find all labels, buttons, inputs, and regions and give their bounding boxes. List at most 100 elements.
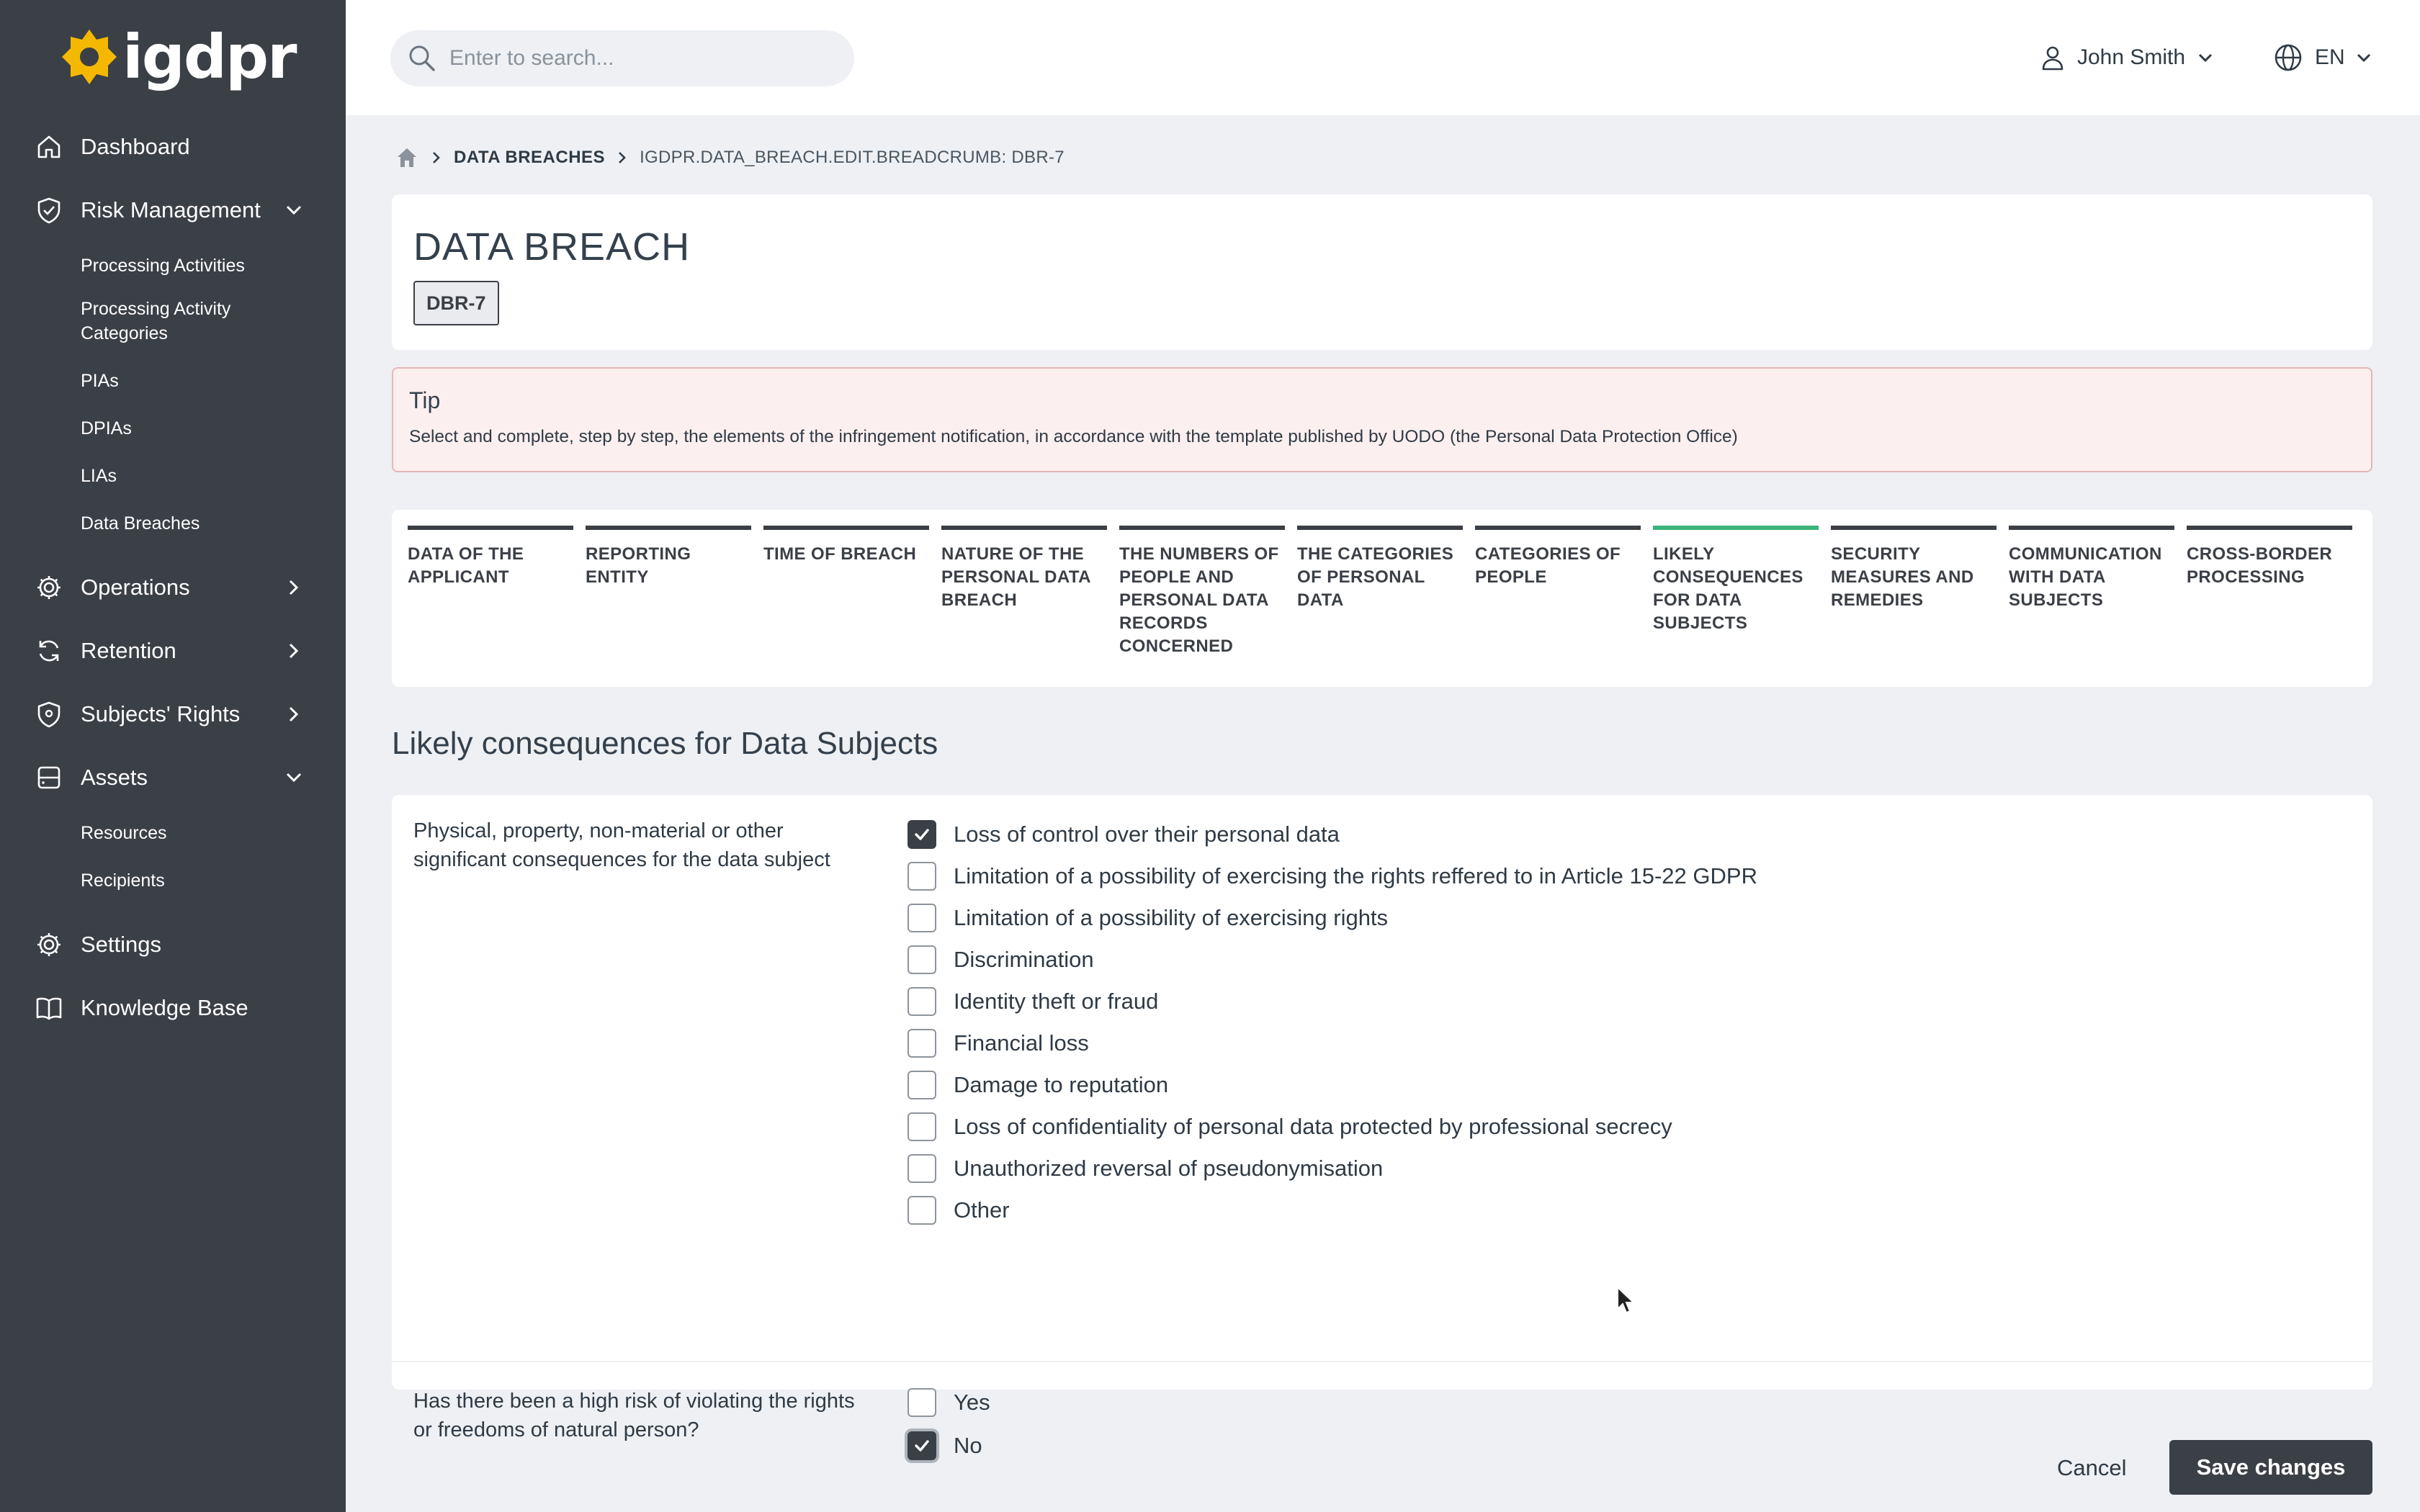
checkbox-option[interactable]: Yes	[908, 1381, 990, 1424]
search-input[interactable]	[449, 46, 838, 71]
checkbox-label: Other	[954, 1197, 1010, 1223]
checkbox-option[interactable]: Identity theft or fraud	[908, 981, 1757, 1022]
question-consequences-label: Physical, property, non-material or othe…	[413, 819, 830, 871]
topbar: John Smith EN	[346, 0, 2420, 115]
title-card: DATA BREACH DBR-7	[392, 194, 2372, 350]
breadcrumb-current: IGDPR.DATA_BREACH.EDIT.BREADCRUMB: DBR-7	[640, 148, 1065, 167]
sidebar-item-assets[interactable]: Assets	[0, 746, 346, 809]
risk-management-submenu: Processing Activities Processing Activit…	[0, 242, 346, 556]
checkbox-option[interactable]: No	[908, 1424, 990, 1467]
database-icon	[37, 766, 60, 789]
checkbox-option[interactable]: Loss of control over their personal data	[908, 814, 1757, 855]
step-tab[interactable]: DATA OF THE APPLICANT	[408, 526, 573, 658]
checkbox[interactable]	[908, 1029, 936, 1058]
chevron-down-icon	[286, 773, 302, 783]
logo[interactable]: igdpr	[60, 26, 297, 88]
chevron-right-icon	[289, 706, 299, 722]
checkbox-option[interactable]: Other	[908, 1189, 1757, 1231]
checkbox[interactable]	[908, 820, 936, 849]
assets-submenu: Resources Recipients	[0, 809, 346, 913]
gear-icon	[37, 576, 60, 599]
checkbox-label: Limitation of a possibility of exercisin…	[954, 905, 1389, 930]
shield-icon	[37, 701, 60, 728]
checkbox-option[interactable]: Unauthorized reversal of pseudonymisatio…	[908, 1148, 1757, 1189]
sidebar-item-knowledge-base[interactable]: Knowledge Base	[0, 976, 346, 1040]
sidebar-item-risk-management[interactable]: Risk Management	[0, 179, 346, 242]
checkbox-label: Loss of confidentiality of personal data…	[954, 1114, 1672, 1139]
sidebar-item-operations[interactable]: Operations	[0, 556, 346, 619]
sidebar-subitem-resources[interactable]: Resources	[0, 811, 346, 858]
home-icon	[37, 135, 60, 158]
book-icon	[36, 997, 62, 1020]
user-menu[interactable]: John Smith	[2038, 37, 2215, 78]
igdpr-logo-icon	[62, 30, 117, 84]
sidebar-subitem-recipients[interactable]: Recipients	[0, 858, 346, 906]
step-tab[interactable]: CATEGORIES OF PEOPLE	[1475, 526, 1641, 658]
checkbox-label: Yes	[954, 1390, 990, 1415]
sidebar-item-label: Subjects' Rights	[81, 701, 241, 726]
language-selector[interactable]: EN	[2273, 37, 2374, 78]
chevron-right-icon	[433, 152, 440, 163]
step-tab[interactable]: THE NUMBERS OF PEOPLE AND PERSONAL DATA …	[1119, 526, 1285, 658]
sidebar-subitem-dpias[interactable]: DPIAs	[0, 406, 346, 454]
sidebar: igdpr Dashboard Risk Management Processi…	[0, 0, 346, 1512]
mouse-cursor-icon	[1617, 1286, 1635, 1314]
checkbox[interactable]	[908, 862, 936, 891]
checkbox[interactable]	[908, 1431, 936, 1460]
breadcrumb-data-breaches[interactable]: DATA BREACHES	[454, 148, 605, 168]
stepper-steps: DATA OF THE APPLICANT REPORTING ENTITY TIM…	[408, 526, 2352, 658]
checkbox-option[interactable]: Limitation of a possibility of exercisin…	[908, 897, 1757, 939]
sidebar-subitem-pias[interactable]: PIAs	[0, 359, 346, 406]
home-icon[interactable]	[395, 145, 419, 170]
step-tab[interactable]: TIME OF BREACH	[763, 526, 929, 658]
sidebar-item-retention[interactable]: Retention	[0, 619, 346, 683]
save-changes-button[interactable]: Save changes	[2169, 1440, 2372, 1495]
checkbox-option[interactable]: Loss of confidentiality of personal data…	[908, 1106, 1757, 1148]
sidebar-item-label: Retention	[81, 638, 176, 663]
step-tab[interactable]: SECURITY MEASURES AND REMEDIES	[1831, 526, 1996, 658]
sidebar-item-dashboard[interactable]: Dashboard	[0, 115, 346, 179]
checkbox[interactable]	[908, 1196, 936, 1225]
checkbox[interactable]	[908, 1154, 936, 1183]
step-tab[interactable]: THE CATEGORIES OF PERSONAL DATA	[1297, 526, 1463, 658]
sidebar-item-subjects-rights[interactable]: Subjects' Rights	[0, 683, 346, 746]
checkbox[interactable]	[908, 1071, 936, 1099]
step-tab[interactable]: CROSS-BORDER PROCESSING	[2187, 526, 2352, 658]
stepper: DATA OF THE APPLICANT REPORTING ENTITY TIM…	[392, 510, 2372, 687]
user-name: John Smith	[2077, 45, 2186, 69]
step-tab[interactable]: LIKELY CONSEQUENCES FOR DATA SUBJECTS	[1653, 526, 1819, 658]
checkbox-option[interactable]: Discrimination	[908, 939, 1757, 981]
id-badge: DBR-7	[413, 281, 499, 325]
checkbox[interactable]	[908, 987, 936, 1016]
cancel-button[interactable]: Cancel	[2043, 1443, 2141, 1493]
sidebar-subitem-data-breaches[interactable]: Data Breaches	[0, 501, 346, 549]
chevron-down-icon	[2199, 53, 2213, 63]
language-code: EN	[2315, 45, 2345, 69]
divider	[392, 1361, 2372, 1362]
checkbox-label: Limitation of a possibility of exercisin…	[954, 863, 1757, 888]
search-icon	[409, 45, 435, 71]
checkbox-option[interactable]: Financial loss	[908, 1022, 1757, 1064]
globe-icon	[2275, 44, 2302, 71]
checkbox[interactable]	[908, 904, 936, 932]
checkbox[interactable]	[908, 1112, 936, 1141]
breadcrumb: DATA BREACHES IGDPR.DATA_BREACH.EDIT.BRE…	[395, 140, 1065, 176]
checkbox-label: Unauthorized reversal of pseudonymisatio…	[954, 1156, 1384, 1181]
chevron-right-icon	[619, 152, 626, 163]
sidebar-subitem-processing-activities[interactable]: Processing Activities	[0, 243, 346, 291]
sidebar-item-label: Assets	[81, 765, 148, 790]
step-tab[interactable]: NATURE OF THE PERSONAL DATA BREACH	[941, 526, 1107, 658]
checkbox[interactable]	[908, 1388, 936, 1417]
step-tab[interactable]: COMMUNICATION WITH DATA SUBJECTS	[2009, 526, 2174, 658]
checkbox-label: Financial loss	[954, 1030, 1089, 1056]
checkbox[interactable]	[908, 945, 936, 974]
checkbox-label: Identity theft or fraud	[954, 989, 1159, 1014]
step-tab[interactable]: REPORTING ENTITY	[586, 526, 751, 658]
sidebar-item-settings[interactable]: Settings	[0, 913, 346, 976]
checkbox-option[interactable]: Damage to reputation	[908, 1064, 1757, 1106]
search-box[interactable]	[390, 30, 854, 86]
sidebar-subitem-lias[interactable]: LIAs	[0, 454, 346, 501]
checkbox-option[interactable]: Limitation of a possibility of exercisin…	[908, 855, 1757, 897]
checkbox-label: No	[954, 1433, 982, 1458]
sidebar-subitem-processing-activity-categories[interactable]: Processing Activity Categories	[0, 291, 346, 359]
